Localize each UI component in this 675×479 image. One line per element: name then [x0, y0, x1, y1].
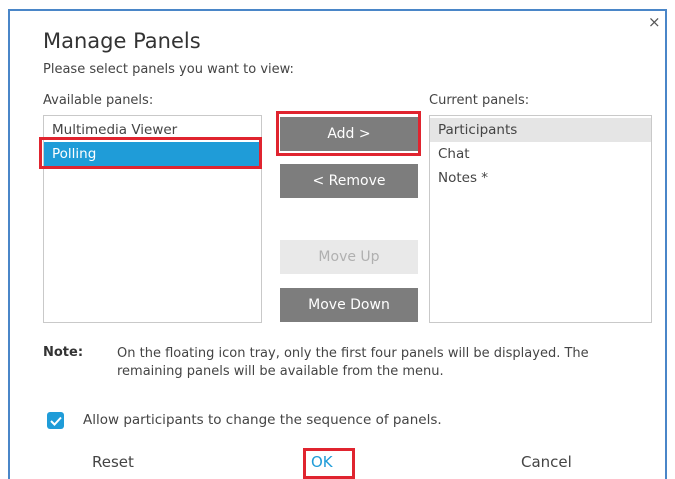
reset-button[interactable]: Reset [92, 453, 134, 471]
available-panels-list[interactable]: Multimedia Viewer Polling [43, 115, 262, 323]
move-up-button[interactable]: Move Up [280, 240, 418, 274]
add-button[interactable]: Add > [280, 117, 418, 151]
cancel-button[interactable]: Cancel [521, 453, 572, 471]
list-item-multimedia-viewer[interactable]: Multimedia Viewer [44, 118, 261, 142]
list-item-participants[interactable]: Participants [430, 118, 651, 142]
available-panels-label: Available panels: [43, 93, 154, 108]
allow-reorder-checkbox[interactable] [47, 412, 64, 429]
checkmark-icon [49, 416, 62, 426]
note-label: Note: [43, 345, 84, 360]
current-panels-list[interactable]: Participants Chat Notes * [429, 115, 652, 323]
ok-button[interactable]: OK [311, 453, 333, 471]
close-icon[interactable]: × [648, 14, 661, 30]
move-down-button[interactable]: Move Down [280, 288, 418, 322]
list-item-notes[interactable]: Notes * [430, 166, 651, 190]
current-panels-label: Current panels: [429, 93, 530, 108]
dialog-title: Manage Panels [43, 29, 201, 53]
list-item-chat[interactable]: Chat [430, 142, 651, 166]
dialog-subtitle: Please select panels you want to view: [43, 62, 294, 77]
list-item-polling[interactable]: Polling [44, 142, 261, 166]
remove-button[interactable]: < Remove [280, 164, 418, 198]
allow-reorder-label[interactable]: Allow participants to change the sequenc… [83, 412, 442, 429]
note-text: On the floating icon tray, only the firs… [117, 346, 589, 379]
